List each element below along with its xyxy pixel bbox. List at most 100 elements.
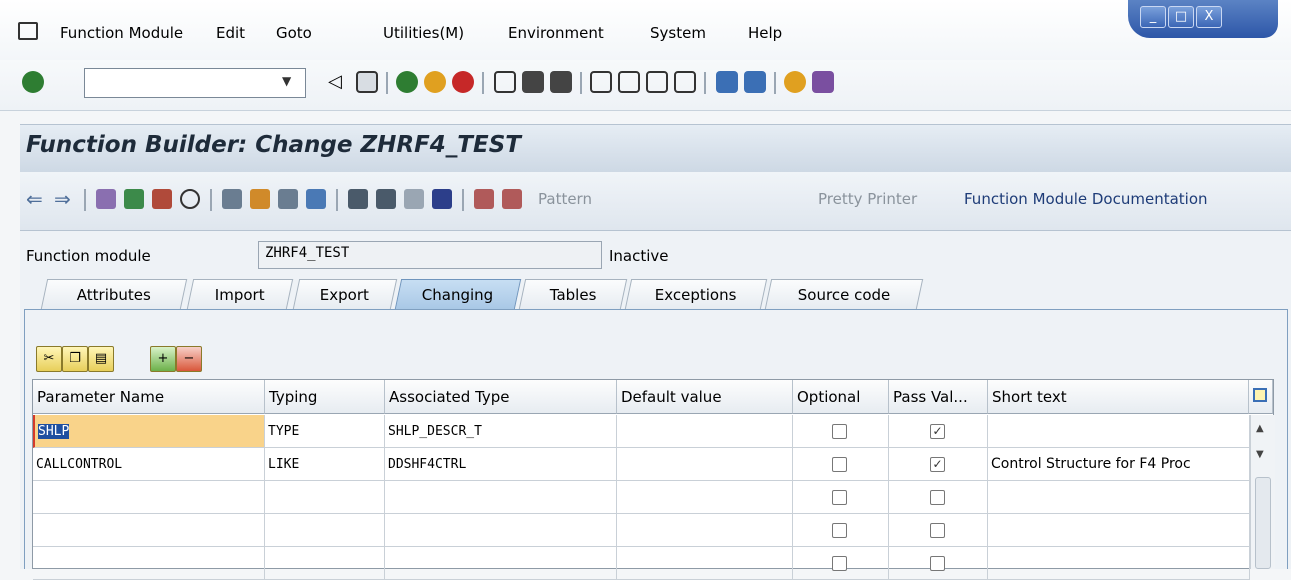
scroll-thumb[interactable] (1255, 477, 1271, 569)
delete-row-icon[interactable]: − (176, 346, 202, 372)
table-cell[interactable] (988, 547, 1250, 580)
layout-menu-icon[interactable] (812, 71, 834, 93)
tab-tables[interactable]: Tables (518, 279, 628, 309)
info-icon[interactable] (432, 189, 452, 209)
minimize-button[interactable]: _ (1140, 6, 1166, 28)
layout-icon[interactable] (404, 189, 424, 209)
navigation-window-icon[interactable] (306, 189, 326, 209)
table-cell[interactable] (988, 514, 1250, 547)
table-cell[interactable] (617, 415, 793, 448)
last-page-icon[interactable] (674, 71, 696, 93)
table-cell[interactable]: SHLP (33, 415, 265, 448)
scroll-down-icon[interactable]: ▼ (1256, 449, 1264, 460)
help-icon[interactable] (784, 71, 806, 93)
table-cell[interactable] (385, 481, 617, 514)
display-change-icon[interactable] (96, 189, 116, 209)
table-cell[interactable] (793, 481, 889, 514)
optional-checkbox[interactable] (832, 523, 847, 538)
column-header[interactable]: Default value (617, 380, 793, 414)
table-cell[interactable] (988, 415, 1250, 448)
optional-checkbox[interactable] (832, 490, 847, 505)
pattern-button[interactable]: Pattern (538, 190, 592, 208)
column-header[interactable]: Pass Val... (889, 380, 988, 414)
print-icon[interactable] (494, 71, 516, 93)
tab-import[interactable]: Import (186, 279, 294, 309)
table-cell[interactable] (617, 547, 793, 580)
table-cell[interactable] (793, 514, 889, 547)
command-field[interactable] (84, 68, 306, 98)
insert-row-icon[interactable]: + (150, 346, 176, 372)
table-cell[interactable] (265, 547, 385, 580)
previous-page-icon[interactable] (618, 71, 640, 93)
table-cell[interactable] (793, 415, 889, 448)
table-cell[interactable] (33, 514, 265, 547)
column-header[interactable]: Parameter Name (33, 380, 265, 414)
back-arrow-icon[interactable]: ⇐ (26, 189, 46, 209)
back-arrow-icon[interactable]: ◁ (328, 71, 350, 93)
back-icon[interactable] (396, 71, 418, 93)
table-cell[interactable]: SHLP_DESCR_T (385, 415, 617, 448)
tab-attributes[interactable]: Attributes (40, 279, 188, 309)
table-cell[interactable]: CALLCONTROL (33, 448, 265, 481)
menu-goto[interactable]: Goto (276, 24, 312, 42)
menu-system[interactable]: System (650, 24, 706, 42)
pass-value-checkbox[interactable] (930, 490, 945, 505)
table-cell[interactable] (793, 547, 889, 580)
tab-changing[interactable]: Changing (394, 279, 522, 309)
scroll-up-icon[interactable]: ▲ (1256, 423, 1264, 434)
documentation-button[interactable]: Function Module Documentation (964, 190, 1208, 208)
save-icon[interactable] (356, 71, 378, 93)
cut-icon[interactable]: ✂ (36, 346, 62, 372)
column-header[interactable]: Short text (988, 380, 1249, 414)
exit-icon[interactable] (424, 71, 446, 93)
table-cell[interactable]: DDSHF4CTRL (385, 448, 617, 481)
paste-icon[interactable]: ▤ (88, 346, 114, 372)
menu-utilities[interactable]: Utilities(M) (383, 24, 464, 42)
table-cell[interactable] (33, 481, 265, 514)
table-cell[interactable] (617, 448, 793, 481)
table-cell[interactable] (265, 481, 385, 514)
table-cell[interactable] (889, 514, 988, 547)
table-cell[interactable] (617, 514, 793, 547)
test-icon[interactable] (180, 189, 200, 209)
tab-export[interactable]: Export (292, 279, 398, 309)
tab-source-code[interactable]: Source code (764, 279, 924, 309)
table-cell[interactable]: ✓ (889, 448, 988, 481)
table-cell[interactable] (988, 481, 1250, 514)
pass-value-checkbox[interactable]: ✓ (930, 424, 945, 439)
delete-statement-icon[interactable] (502, 189, 522, 209)
where-used-icon[interactable] (222, 189, 242, 209)
optional-checkbox[interactable] (832, 424, 847, 439)
new-session-icon[interactable] (716, 71, 738, 93)
table-cell[interactable] (385, 514, 617, 547)
restore-button[interactable]: □ (1168, 6, 1194, 28)
breakpoint-icon[interactable] (250, 189, 270, 209)
menu-function-module[interactable]: Function Module (60, 24, 183, 42)
menu-help[interactable]: Help (748, 24, 782, 42)
shortcut-icon[interactable] (744, 71, 766, 93)
first-page-icon[interactable] (590, 71, 612, 93)
chevron-down-icon[interactable]: ▼ (282, 74, 291, 88)
table-cell[interactable] (889, 481, 988, 514)
close-button[interactable]: X (1196, 6, 1222, 28)
hierarchy-icon[interactable] (348, 189, 368, 209)
find-next-icon[interactable] (550, 71, 572, 93)
pass-value-checkbox[interactable]: ✓ (930, 457, 945, 472)
table-cell[interactable]: LIKE (265, 448, 385, 481)
table-cell[interactable]: Control Structure for F4 Proc (988, 448, 1250, 481)
table-cell[interactable] (617, 481, 793, 514)
layout-settings-icon[interactable] (1249, 380, 1273, 414)
pass-value-checkbox[interactable] (930, 523, 945, 538)
optional-checkbox[interactable] (832, 457, 847, 472)
table-cell[interactable] (793, 448, 889, 481)
table-cell[interactable] (265, 514, 385, 547)
insert-statement-icon[interactable] (474, 189, 494, 209)
table-cell[interactable] (33, 547, 265, 580)
table-cell[interactable]: TYPE (265, 415, 385, 448)
menu-environment[interactable]: Environment (508, 24, 604, 42)
column-header[interactable]: Typing (265, 380, 385, 414)
vertical-scrollbar[interactable]: ▲ ▼ (1250, 415, 1275, 569)
table-cell[interactable]: ✓ (889, 415, 988, 448)
pretty-printer-button[interactable]: Pretty Printer (818, 190, 917, 208)
cancel-icon[interactable] (452, 71, 474, 93)
